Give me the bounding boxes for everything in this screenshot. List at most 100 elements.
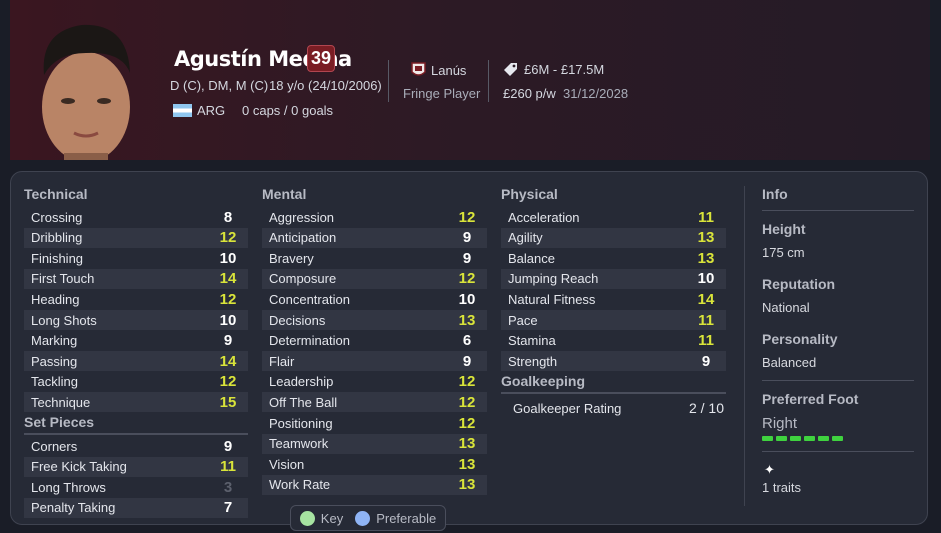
attribute-label: Tackling [31, 374, 78, 390]
attribute-label: Strength [508, 353, 558, 369]
attribute-value: 10 [219, 249, 237, 267]
attribute-value: 11 [220, 458, 236, 476]
attribute-label: Long Shots [31, 312, 97, 328]
attribute-row[interactable]: Penalty Taking 7 [24, 497, 248, 518]
attribute-row[interactable]: Determination 6 [262, 331, 487, 351]
foot-strength-bar [762, 436, 843, 441]
attribute-value: 13 [697, 229, 715, 247]
attribute-row[interactable]: Bravery 9 [262, 248, 487, 268]
attribute-value: 10 [697, 270, 715, 288]
attribute-row[interactable]: Passing 14 [24, 351, 248, 372]
attribute-label: Natural Fitness [508, 291, 596, 307]
info-title: Info [762, 186, 788, 202]
attribute-row[interactable]: Vision 13 [262, 454, 487, 474]
player-age: 18 y/o (24/10/2006) [269, 78, 382, 93]
attribute-value: 13 [458, 455, 476, 473]
attribute-label: Jumping Reach [508, 271, 599, 287]
header-divider [388, 60, 389, 102]
attribute-row[interactable]: Leadership 12 [262, 372, 487, 392]
attribute-value: 13 [458, 435, 476, 453]
mental-title: Mental [262, 186, 307, 202]
attribute-row[interactable]: Technique 15 [24, 392, 248, 413]
attribute-row[interactable]: Work Rate 13 [262, 474, 487, 495]
attribute-label: Agility [508, 230, 543, 246]
traits-count[interactable]: 1 traits [762, 480, 801, 495]
attribute-label: Bravery [269, 250, 314, 266]
contract-end: 31/12/2028 [563, 86, 629, 101]
attribute-label: Passing [31, 353, 78, 369]
attribute-label: Aggression [269, 209, 335, 225]
attribute-label: Concentration [269, 291, 350, 307]
attribute-label: Crossing [31, 209, 83, 225]
goalkeeping-title: Goalkeeping [501, 373, 586, 389]
attribute-row[interactable]: Flair 9 [262, 351, 487, 372]
section-underline [501, 392, 726, 394]
attribute-row[interactable]: Free Kick Taking 11 [24, 456, 248, 477]
attribute-label: Determination [269, 333, 350, 349]
set-pieces-title: Set Pieces [24, 414, 95, 430]
attribute-label: Leadership [269, 374, 334, 390]
technical-title: Technical [24, 186, 88, 202]
attribute-row[interactable]: Heading 12 [24, 289, 248, 309]
attribute-row[interactable]: Long Throws 3 [24, 477, 248, 497]
attribute-row[interactable]: Acceleration 11 [501, 207, 726, 227]
attribute-row[interactable]: First Touch 14 [24, 268, 248, 289]
attribute-row[interactable]: Agility 13 [501, 227, 726, 248]
attribute-row[interactable]: Concentration 10 [262, 289, 487, 309]
attribute-value: 9 [462, 352, 472, 370]
attribute-value: 9 [462, 249, 472, 267]
attribute-label: Work Rate [269, 477, 331, 493]
attribute-value: 11 [698, 311, 714, 329]
preferred-foot-label: Preferred Foot [762, 391, 859, 407]
attribute-label: Acceleration [508, 209, 580, 225]
attribute-row[interactable]: Off The Ball 12 [262, 392, 487, 413]
attribute-row[interactable]: Natural Fitness 14 [501, 289, 726, 309]
attribute-label: Composure [269, 271, 337, 287]
club-link[interactable]: Lanús [410, 62, 466, 78]
attribute-row[interactable]: Strength 9 [501, 351, 726, 372]
attribute-row[interactable]: Corners 9 [24, 436, 248, 456]
attribute-row[interactable]: Positioning 12 [262, 413, 487, 433]
attribute-row[interactable]: Jumping Reach 10 [501, 268, 726, 289]
goalkeeper-rating-row[interactable]: Goalkeeper Rating 2 / 10 [501, 398, 726, 418]
attribute-row[interactable]: Pace 11 [501, 310, 726, 330]
attribute-value: 13 [697, 249, 715, 267]
attribute-row[interactable]: Finishing 10 [24, 248, 248, 268]
goalkeeper-rating-label: Goalkeeper Rating [513, 400, 622, 416]
attribute-value: 10 [458, 290, 476, 308]
value-range: £6M - £17.5M [524, 62, 605, 77]
sparkle-icon: ✦ [764, 462, 775, 477]
attribute-row[interactable]: Aggression 12 [262, 207, 487, 227]
attribute-row[interactable]: Balance 13 [501, 248, 726, 268]
attribute-row[interactable]: Tackling 12 [24, 372, 248, 392]
reputation-value: National [762, 300, 810, 315]
attribute-value: 12 [458, 208, 476, 226]
squad-status: Fringe Player [403, 86, 481, 101]
attribute-label: Finishing [31, 250, 84, 266]
personality-value: Balanced [762, 355, 817, 370]
attribute-row[interactable]: Teamwork 13 [262, 433, 487, 454]
attribute-row[interactable]: Anticipation 9 [262, 227, 487, 248]
attribute-row[interactable]: Stamina 11 [501, 331, 726, 351]
attribute-row[interactable]: Composure 12 [262, 268, 487, 289]
attribute-value: 6 [462, 332, 472, 350]
attribute-row[interactable]: Long Shots 10 [24, 310, 248, 330]
nationality[interactable]: ARG [173, 103, 225, 118]
attribute-row[interactable]: Crossing 8 [24, 207, 248, 227]
physical-title: Physical [501, 186, 558, 202]
personality-label: Personality [762, 331, 838, 347]
attribute-label: Anticipation [269, 230, 337, 246]
attribute-value: 14 [697, 290, 715, 308]
attribute-row[interactable]: Dribbling 12 [24, 227, 248, 248]
club-name: Lanús [431, 63, 467, 78]
attribute-row[interactable]: Marking 9 [24, 331, 248, 351]
attribute-value: 15 [219, 393, 237, 411]
attribute-value: 12 [458, 373, 476, 391]
attribute-value: 9 [223, 437, 233, 455]
transfer-value: £6M - £17.5M [503, 62, 604, 77]
attribute-label: First Touch [31, 271, 95, 287]
attribute-label: Penalty Taking [31, 500, 116, 516]
attribute-value: 14 [219, 270, 237, 288]
attribute-row[interactable]: Decisions 13 [262, 310, 487, 330]
attribute-label: Off The Ball [269, 394, 338, 410]
